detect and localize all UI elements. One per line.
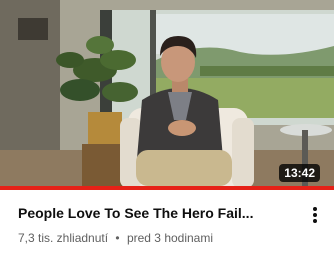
video-card[interactable]: 13:42 People Love To See The Hero Fail..… [0, 0, 334, 275]
view-count: 7,3 tis. zhliadnutí [18, 231, 109, 245]
video-metadata: 7,3 tis. zhliadnutí • pred 3 hodinami [18, 230, 213, 246]
watch-progress-fill [0, 186, 334, 190]
meta-separator: • [115, 231, 120, 245]
more-vert-icon[interactable] [304, 202, 326, 228]
upload-age: pred 3 hodinami [126, 231, 214, 245]
thumbnail-image [0, 0, 334, 190]
watch-progress-bar [0, 186, 334, 190]
video-title[interactable]: People Love To See The Hero Fail... [18, 204, 298, 222]
video-thumbnail[interactable]: 13:42 [0, 0, 334, 190]
duration-badge: 13:42 [279, 164, 320, 182]
